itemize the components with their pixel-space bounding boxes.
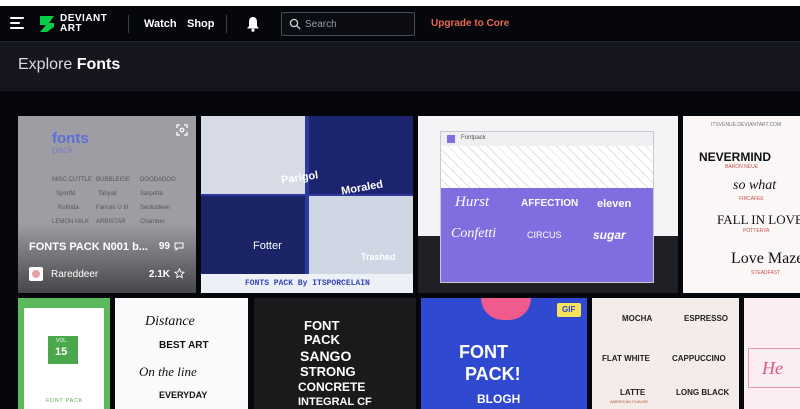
author-name[interactable]: Rareddeer: [51, 269, 98, 280]
art-label: BARON NEUE: [725, 164, 759, 170]
deviation-card[interactable]: FONT PACK SANGO STRONG CONCRETE INTEGRAL…: [254, 298, 416, 409]
art-gif-label: GIF: [562, 305, 576, 314]
art-badge-vol: VOL.: [56, 338, 68, 344]
search-input[interactable]: [305, 16, 409, 32]
expand-icon[interactable]: [176, 124, 188, 136]
art-window-icon: [447, 135, 455, 143]
art-label: AFFECTION: [521, 198, 579, 209]
art-label: CIRCUS: [527, 230, 562, 240]
art-label: FALL IN LOVE: [717, 212, 800, 227]
deviation-card[interactable]: GIF FONT PACK! BLOGH: [421, 298, 587, 409]
art-window: Fontpack Hurst AFFECTION eleven Confetti…: [440, 131, 654, 283]
deviation-card[interactable]: Fontpack Hurst AFFECTION eleven Confetti…: [418, 116, 678, 293]
upgrade-to-core-link[interactable]: Upgrade to Core: [431, 18, 509, 29]
watch-link[interactable]: Watch: [144, 18, 177, 30]
nav-divider: [128, 15, 129, 33]
art-label: CONCRETE: [298, 380, 366, 394]
art-label: LONG BLACK: [676, 388, 730, 397]
art-label: Hurst: [455, 194, 490, 210]
art-footer: FONT PACK: [46, 398, 84, 404]
deviation-card[interactable]: Parigol Moraled Fotter Trashed FONTS PAC…: [201, 116, 413, 293]
art-label: sugar: [593, 228, 626, 242]
art-credit: ITSVENUE.DEVIANTART.COM: [711, 122, 782, 128]
art-label: SANGO: [300, 348, 352, 364]
title-prefix: Explore: [18, 56, 73, 73]
top-navbar: DEVIANT ART Watch Shop Upgrade to Core: [0, 6, 800, 41]
search-box[interactable]: [281, 12, 415, 36]
art-label: eleven: [597, 198, 632, 210]
art-label: LATTE: [620, 388, 646, 397]
art-label: Trashed: [361, 252, 396, 262]
art-label: FONT: [459, 342, 508, 362]
comment-icon[interactable]: [174, 242, 184, 251]
art-pattern: [441, 146, 653, 188]
card-overlay: [18, 223, 196, 293]
deviantart-logo-icon[interactable]: [38, 14, 56, 34]
art-label: Confetti: [451, 226, 497, 241]
art-label: On the line: [139, 364, 197, 379]
art-label: EVERYDAY: [159, 390, 208, 400]
art-window-title: Fontpack: [461, 135, 486, 141]
deviation-card[interactable]: fonts pack MISC CUTTLE BUBBLEIGE DOODADO…: [18, 116, 196, 293]
art-panel: [201, 196, 305, 274]
art-label: NEVERMIND: [699, 150, 772, 164]
deviation-grid: fonts pack MISC CUTTLE BUBBLEIGE DOODADO…: [0, 91, 800, 409]
art-label: Fotter: [253, 240, 282, 252]
art-label: BLOGH: [477, 392, 521, 406]
bell-icon[interactable]: [246, 16, 260, 32]
art-label: AMERICAN FLAVOR: [610, 399, 648, 404]
search-icon: [289, 18, 301, 30]
favourite-count: 2.1K: [148, 269, 170, 280]
art-badge-num: 15: [55, 346, 68, 358]
nav-divider: [226, 15, 227, 33]
art-label: STRONG: [300, 364, 356, 379]
art-label: FLAT WHITE: [602, 354, 650, 363]
art-sub: pack: [52, 145, 74, 156]
star-icon[interactable]: [174, 268, 185, 279]
deviation-card[interactable]: MOCHA ESPRESSO FLAT WHITE CAPPUCCINO LAT…: [592, 298, 739, 409]
art-label: ESPRESSO: [684, 314, 729, 323]
deviation-card[interactable]: ITSVENUE.DEVIANTART.COM NEVERMIND BARON …: [683, 116, 800, 293]
comment-count: 99: [158, 241, 170, 252]
art-label: He: [762, 358, 783, 378]
art-label: CAPPUCCINO: [672, 354, 726, 363]
logo-line2: ART: [60, 23, 83, 34]
title-topic: Fonts: [76, 56, 121, 73]
art-label: PACK: [304, 332, 340, 347]
deviation-title[interactable]: FONTS PACK N001 b...: [29, 241, 148, 253]
art-label: POTTERYA: [743, 228, 770, 234]
art-label: FONT: [304, 318, 340, 333]
art-label: FIRCAFEE: [739, 196, 764, 202]
art-label: STEADFAST: [751, 270, 781, 276]
menu-icon[interactable]: [10, 17, 24, 29]
art-label: so what: [733, 178, 777, 193]
art-caption: FONTS PACK By ITSPORCELAIN: [245, 279, 370, 288]
deviation-card[interactable]: VOL. 15 FONT PACK: [18, 298, 110, 409]
explore-header: Explore Fonts: [0, 41, 800, 92]
art-rainbow: [481, 298, 531, 320]
avatar[interactable]: [29, 267, 43, 281]
art-label: PACK!: [465, 364, 521, 384]
art-label: MOCHA: [622, 314, 653, 323]
art-panel: [309, 196, 413, 274]
art-label: BEST ART: [159, 340, 209, 351]
deviation-card[interactable]: He: [744, 298, 800, 409]
shop-link[interactable]: Shop: [187, 18, 215, 30]
page-title: Explore Fonts: [18, 56, 120, 74]
deviation-card[interactable]: Distance BEST ART On the line EVERYDAY: [115, 298, 248, 409]
art-label: Love Maze: [731, 250, 800, 267]
art-label: INTEGRAL CF: [298, 396, 372, 408]
art-label: Distance: [145, 314, 195, 329]
deviantart-wordmark[interactable]: DEVIANT ART: [60, 14, 107, 34]
